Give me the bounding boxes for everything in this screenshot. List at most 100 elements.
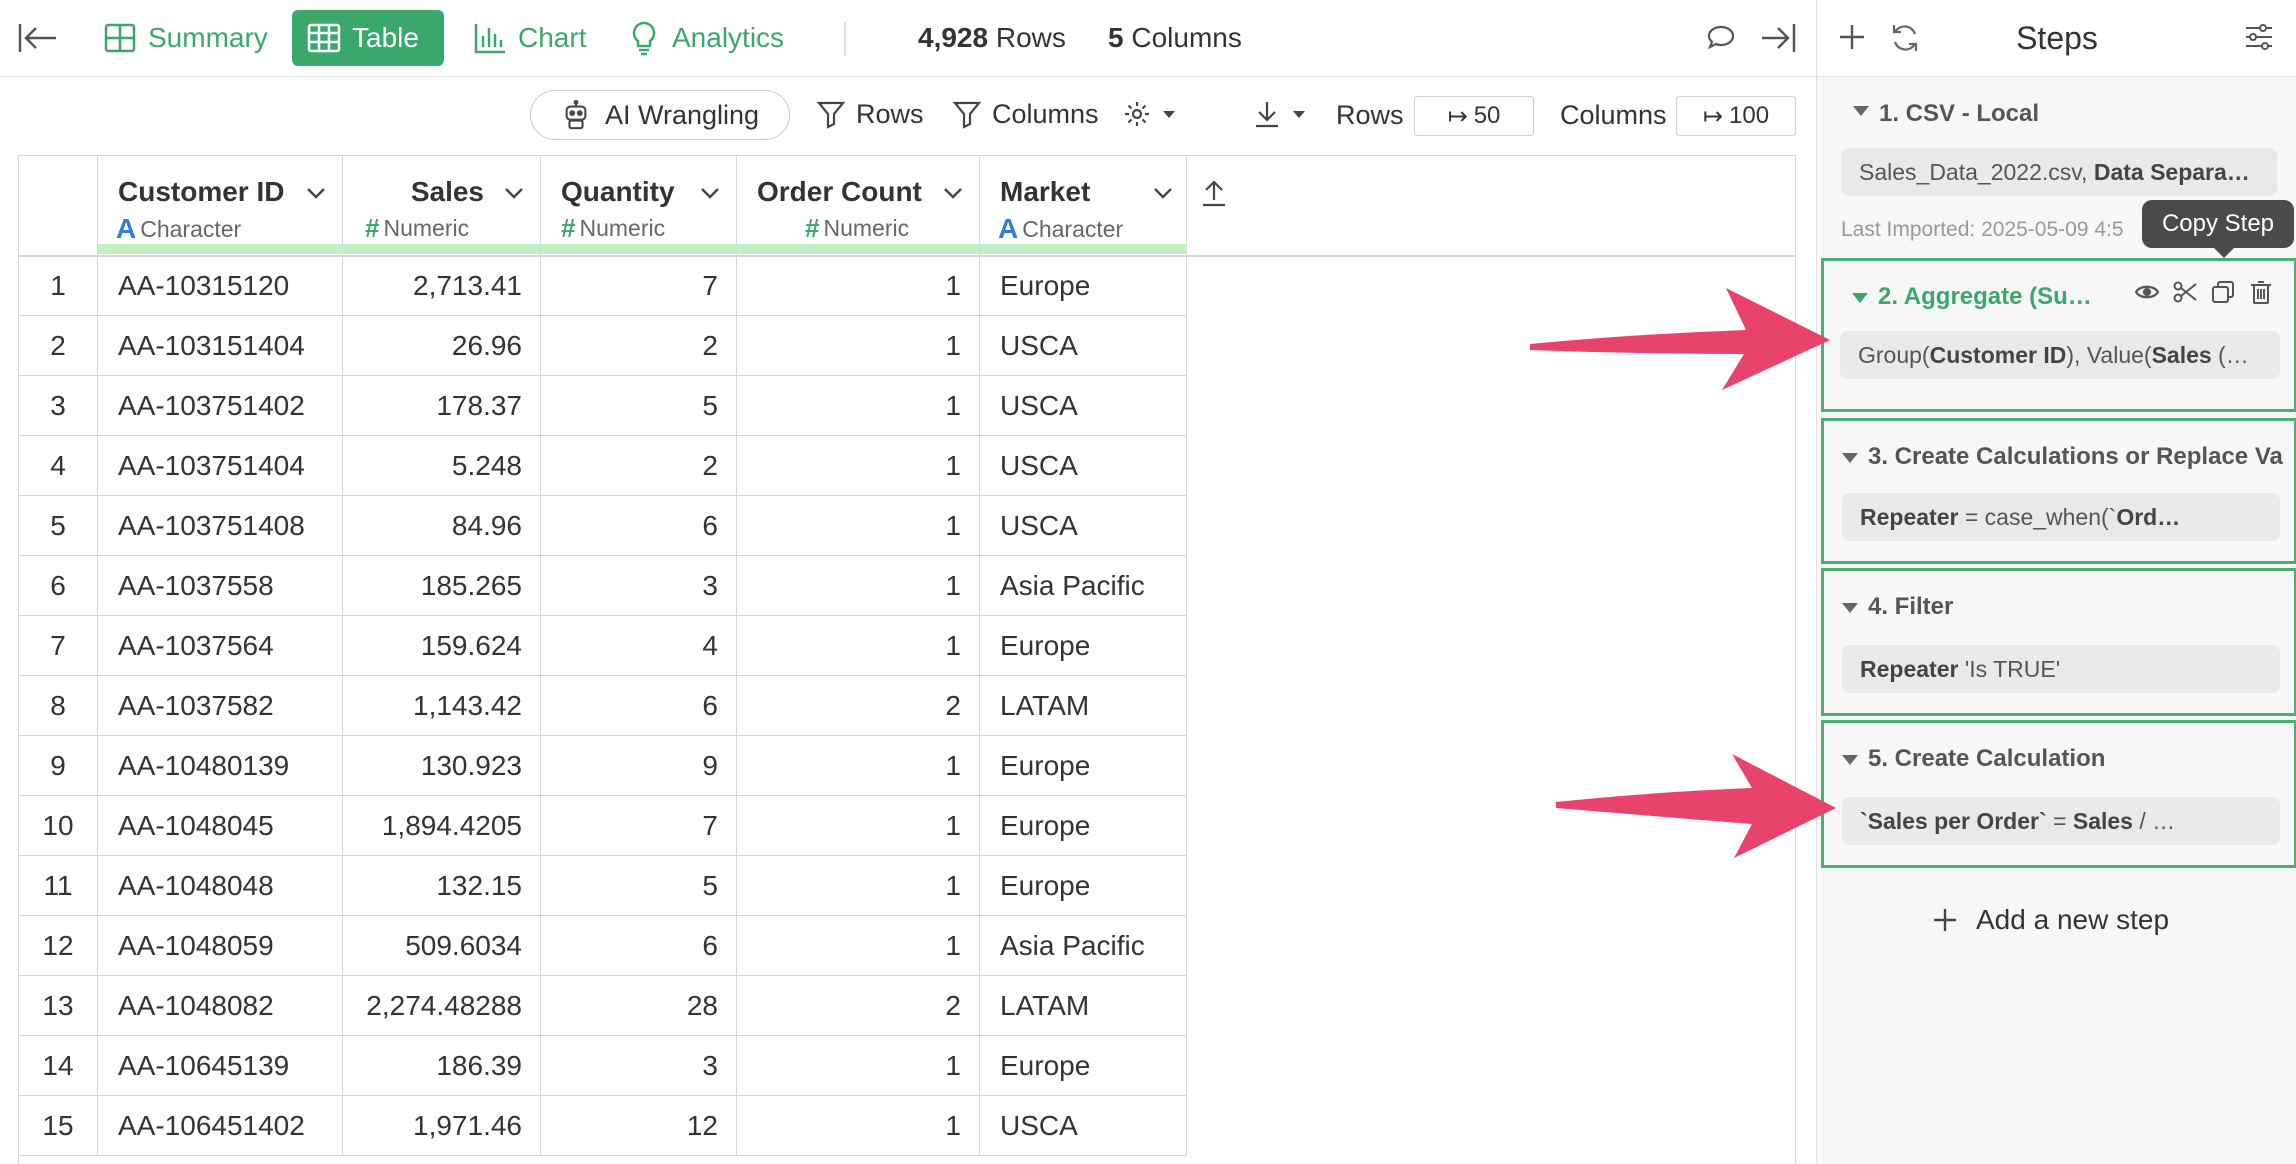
cell-customer-id[interactable]: AA-10480139 (98, 736, 343, 796)
row-index[interactable]: 13 (19, 976, 98, 1036)
cell-order-count[interactable]: 1 (737, 1096, 980, 1156)
cell-quantity[interactable]: 9 (541, 736, 737, 796)
cell-sales[interactable]: 26.96 (343, 316, 541, 376)
sliders-icon[interactable] (2243, 22, 2275, 52)
table-row[interactable]: 9 AA-10480139 130.923 9 1 Europe (19, 736, 1187, 796)
row-index[interactable]: 6 (19, 556, 98, 616)
cell-order-count[interactable]: 1 (737, 256, 980, 316)
step-summary[interactable]: Group(Customer ID), Value(Sales (… (1840, 331, 2280, 379)
row-index[interactable]: 14 (19, 1036, 98, 1096)
table-row[interactable]: 14 AA-10645139 186.39 3 1 Europe (19, 1036, 1187, 1096)
columns-limit-input[interactable]: ↦ 100 (1676, 96, 1796, 136)
step-create-calculation[interactable]: 5. Create Calculation `Sales per Order` … (1821, 720, 2296, 868)
cell-quantity[interactable]: 5 (541, 376, 737, 436)
cell-quantity[interactable]: 2 (541, 436, 737, 496)
cell-market[interactable]: Europe (980, 256, 1187, 316)
settings-dropdown[interactable] (1122, 94, 1176, 134)
collapse-triangle-icon[interactable] (1842, 755, 1858, 765)
cell-customer-id[interactable]: AA-1048059 (98, 916, 343, 976)
cell-order-count[interactable]: 2 (737, 676, 980, 736)
row-index[interactable]: 10 (19, 796, 98, 856)
column-header-order-count[interactable]: Order Count # Numeric (737, 156, 980, 256)
row-index[interactable]: 4 (19, 436, 98, 496)
cell-sales[interactable]: 84.96 (343, 496, 541, 556)
cell-quantity[interactable]: 5 (541, 856, 737, 916)
cell-order-count[interactable]: 1 (737, 856, 980, 916)
collapse-triangle-icon[interactable] (1853, 106, 1869, 116)
cell-market[interactable]: Europe (980, 736, 1187, 796)
row-index[interactable]: 3 (19, 376, 98, 436)
row-index[interactable]: 7 (19, 616, 98, 676)
cell-sales[interactable]: 132.15 (343, 856, 541, 916)
chevron-down-icon[interactable] (940, 180, 966, 206)
cell-customer-id[interactable]: AA-103751402 (98, 376, 343, 436)
cell-market[interactable]: LATAM (980, 976, 1187, 1036)
step-aggregate[interactable]: 2. Aggregate (Su… Group(Customer ID), Va… (1821, 258, 2296, 412)
cell-quantity[interactable]: 7 (541, 796, 737, 856)
table-row[interactable]: 4 AA-103751404 5.248 2 1 USCA (19, 436, 1187, 496)
cell-order-count[interactable]: 1 (737, 376, 980, 436)
chevron-down-icon[interactable] (1150, 180, 1176, 206)
cell-sales[interactable]: 185.265 (343, 556, 541, 616)
table-row[interactable]: 10 AA-1048045 1,894.4205 7 1 Europe (19, 796, 1187, 856)
table-row[interactable]: 8 AA-1037582 1,143.42 6 2 LATAM (19, 676, 1187, 736)
cell-sales[interactable]: 5.248 (343, 436, 541, 496)
cell-sales[interactable]: 2,274.48288 (343, 976, 541, 1036)
cell-market[interactable]: Europe (980, 856, 1187, 916)
cell-order-count[interactable]: 1 (737, 316, 980, 376)
scissors-icon[interactable] (2172, 279, 2198, 305)
cell-order-count[interactable]: 1 (737, 556, 980, 616)
collapse-right-icon[interactable] (1758, 20, 1798, 56)
table-row[interactable]: 11 AA-1048048 132.15 5 1 Europe (19, 856, 1187, 916)
cell-customer-id[interactable]: AA-1048048 (98, 856, 343, 916)
cell-sales[interactable]: 1,894.4205 (343, 796, 541, 856)
cell-order-count[interactable]: 1 (737, 496, 980, 556)
column-header-customer-id[interactable]: Customer ID A Character (98, 156, 343, 256)
row-index[interactable]: 11 (19, 856, 98, 916)
cell-sales[interactable]: 1,971.46 (343, 1096, 541, 1156)
row-index[interactable]: 5 (19, 496, 98, 556)
cell-market[interactable]: Asia Pacific (980, 556, 1187, 616)
cell-sales[interactable]: 1,143.42 (343, 676, 541, 736)
cell-customer-id[interactable]: AA-1048082 (98, 976, 343, 1036)
cell-customer-id[interactable]: AA-1037558 (98, 556, 343, 616)
filter-rows-button[interactable]: Rows (816, 94, 924, 134)
table-row[interactable]: 13 AA-1048082 2,274.48288 28 2 LATAM (19, 976, 1187, 1036)
eye-icon[interactable] (2134, 279, 2160, 305)
chevron-down-icon[interactable] (303, 180, 329, 206)
trash-icon[interactable] (2248, 279, 2274, 305)
cell-order-count[interactable]: 1 (737, 616, 980, 676)
chevron-down-icon[interactable] (697, 180, 723, 206)
table-row[interactable]: 2 AA-103151404 26.96 2 1 USCA (19, 316, 1187, 376)
cell-customer-id[interactable]: AA-106451402 (98, 1096, 343, 1156)
column-header-market[interactable]: Market A Character (980, 156, 1187, 256)
cell-customer-id[interactable]: AA-1037564 (98, 616, 343, 676)
cell-sales[interactable]: 178.37 (343, 376, 541, 436)
cell-customer-id[interactable]: AA-103751404 (98, 436, 343, 496)
step-summary[interactable]: Repeater 'Is TRUE' (1842, 645, 2280, 693)
cell-market[interactable]: Europe (980, 796, 1187, 856)
cell-market[interactable]: Asia Pacific (980, 916, 1187, 976)
cell-order-count[interactable]: 1 (737, 1036, 980, 1096)
collapse-left-icon[interactable] (16, 20, 60, 56)
cell-market[interactable]: USCA (980, 376, 1187, 436)
cell-sales[interactable]: 2,713.41 (343, 256, 541, 316)
collapse-triangle-icon[interactable] (1842, 603, 1858, 613)
cell-market[interactable]: USCA (980, 316, 1187, 376)
tab-summary[interactable]: Summary (88, 10, 282, 66)
comment-icon[interactable] (1706, 24, 1736, 52)
table-row[interactable]: 15 AA-106451402 1,971.46 12 1 USCA (19, 1096, 1187, 1156)
tab-table[interactable]: Table (292, 10, 444, 66)
row-index[interactable]: 12 (19, 916, 98, 976)
step-create-calculations[interactable]: 3. Create Calculations or Replace Va Rep… (1821, 418, 2296, 564)
cell-quantity[interactable]: 6 (541, 916, 737, 976)
cell-quantity[interactable]: 7 (541, 256, 737, 316)
cell-market[interactable]: LATAM (980, 676, 1187, 736)
chevron-down-icon[interactable] (501, 180, 527, 206)
cell-order-count[interactable]: 1 (737, 796, 980, 856)
table-row[interactable]: 6 AA-1037558 185.265 3 1 Asia Pacific (19, 556, 1187, 616)
step-summary[interactable]: Sales_Data_2022.csv, Data Separa… (1841, 148, 2277, 196)
cell-customer-id[interactable]: AA-103151404 (98, 316, 343, 376)
column-header-quantity[interactable]: Quantity # Numeric (541, 156, 737, 256)
cell-quantity[interactable]: 3 (541, 556, 737, 616)
